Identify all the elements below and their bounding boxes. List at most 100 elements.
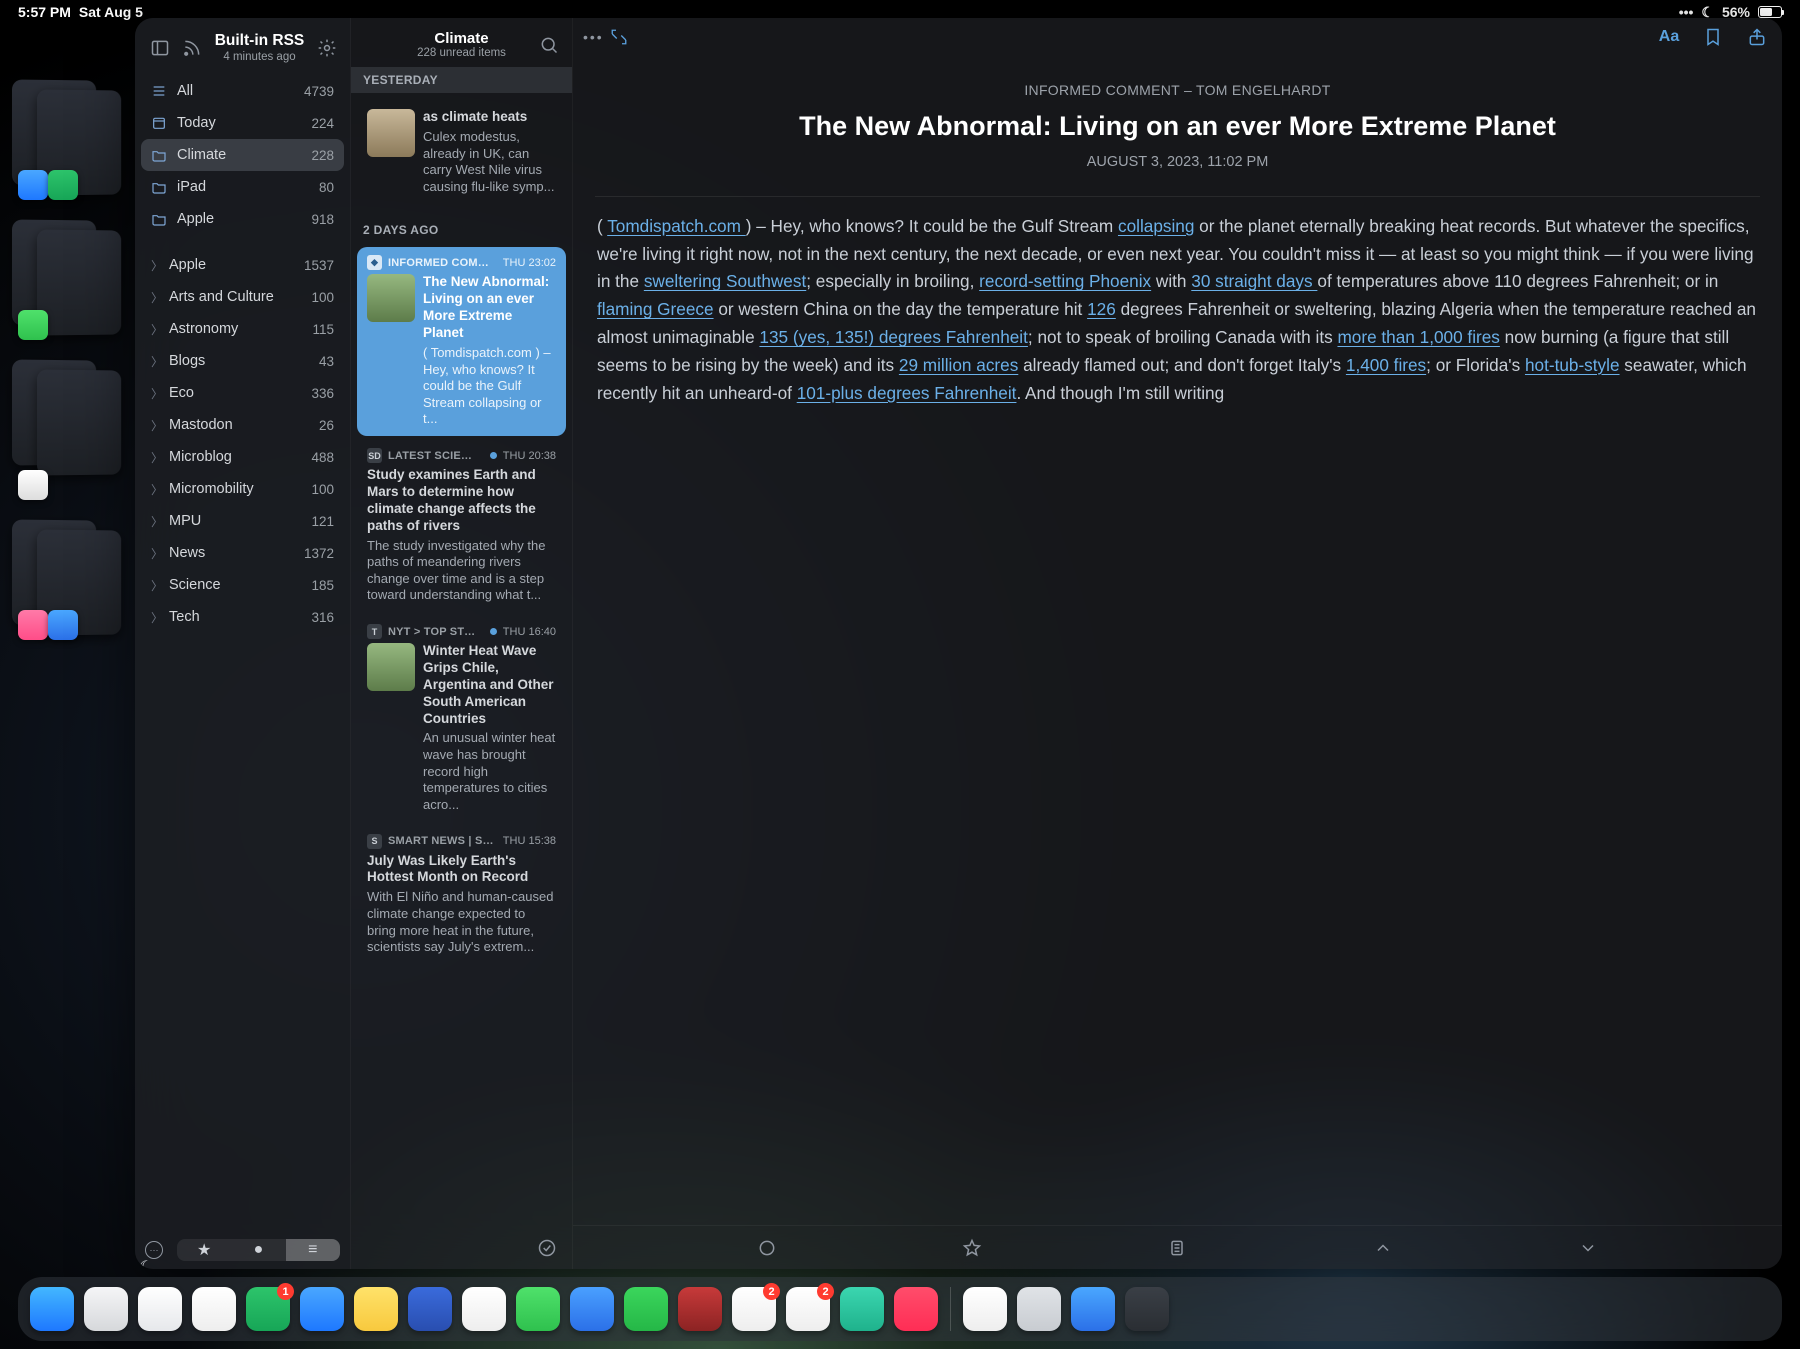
stage-group-1[interactable] [12, 80, 117, 200]
link-collapsing[interactable]: collapsing [1118, 216, 1194, 236]
expand-icon[interactable] [610, 28, 628, 46]
dock-app-shortcuts[interactable] [408, 1287, 452, 1331]
link-greece[interactable]: flaming Greece [597, 299, 714, 319]
dock-app-tot[interactable] [570, 1287, 614, 1331]
badge: 2 [817, 1283, 834, 1300]
sidebar-item-label: Microblog [169, 449, 232, 465]
link-126[interactable]: 126 [1087, 299, 1116, 319]
star-icon[interactable] [961, 1237, 983, 1259]
sidebar-toggle-icon[interactable] [149, 37, 171, 59]
sidebar-item-eco[interactable]: 〉 Eco 336 [141, 377, 344, 409]
sidebar-item-apple[interactable]: 〉 Apple 1537 [141, 249, 344, 281]
dock-app-app-library[interactable] [1125, 1287, 1169, 1331]
list-item[interactable]: SDLATEST SCIENCE NEWS -- S...THU 20:38 S… [357, 440, 566, 612]
sidebar-item-label: Apple [169, 257, 206, 273]
dock-app-mail[interactable] [300, 1287, 344, 1331]
dock-app-safari[interactable] [84, 1287, 128, 1331]
reader-mode-icon[interactable] [1166, 1237, 1188, 1259]
sidebar-item-blogs[interactable]: 〉 Blogs 43 [141, 345, 344, 377]
circle-icon[interactable] [756, 1237, 778, 1259]
sidebar-item-astronomy[interactable]: 〉 Astronomy 115 [141, 313, 344, 345]
dock-app-news[interactable] [192, 1287, 236, 1331]
sidebar-item-apple[interactable]: Apple 918 [141, 203, 344, 235]
sidebar-item-arts-and-culture[interactable]: 〉 Arts and Culture 100 [141, 281, 344, 313]
sidebar-item-all[interactable]: All 4739 [141, 75, 344, 107]
dock-app-files[interactable] [138, 1287, 182, 1331]
list-item[interactable]: TNYT > TOP STORIESTHU 16:40 Winter Heat … [357, 616, 566, 822]
sidebar-item-news[interactable]: 〉 News 1372 [141, 537, 344, 569]
sidebar-item-count: 4739 [304, 84, 334, 99]
link-hot-tub[interactable]: hot-tub-style [1525, 355, 1620, 375]
text-size-icon[interactable]: Aa [1658, 26, 1680, 48]
sidebar-item-count: 316 [311, 610, 334, 625]
sidebar-item-today[interactable]: Today 224 [141, 107, 344, 139]
sidebar-item-climate[interactable]: Climate 228 [141, 139, 344, 171]
link-1400-fires[interactable]: 1,400 fires [1346, 355, 1426, 375]
link-135[interactable]: 135 (yes, 135!) degrees Fahrenheit [759, 327, 1027, 347]
list-item[interactable]: SSMART NEWS | SMITHSONIANM...THU 15:38 J… [357, 826, 566, 964]
dock-app-reminders[interactable]: 2 [786, 1287, 830, 1331]
gear-icon[interactable] [316, 37, 338, 59]
sidebar-item-science[interactable]: 〉 Science 185 [141, 569, 344, 601]
rss-icon[interactable] [181, 37, 203, 59]
view-mode-segmented[interactable]: ★ ● ≡ [177, 1239, 340, 1261]
search-icon[interactable] [538, 34, 560, 56]
sidebar-item-label: Astronomy [169, 321, 238, 337]
reader-toolbar [573, 1225, 1782, 1269]
sidebar-item-label: Micromobility [169, 481, 254, 497]
bookmark-icon[interactable] [1702, 26, 1724, 48]
link-tomdispatch[interactable]: Tomdispatch.com [607, 216, 746, 236]
sidebar-item-label: Mastodon [169, 417, 233, 433]
list-item[interactable]: ◆INFORMED COMMENTTHU 23:02 The New Abnor… [357, 247, 566, 436]
sidebar-item-mpu[interactable]: 〉 MPU 121 [141, 505, 344, 537]
folder-icon [151, 179, 167, 195]
chevron-right-icon: 〉 [151, 513, 159, 530]
thumbnail [367, 643, 415, 691]
seg-all[interactable]: ≡ [286, 1239, 340, 1261]
dock-app-notepad[interactable]: 2 [732, 1287, 776, 1331]
article-body[interactable]: ( Tomdispatch.com ) – Hey, who knows? It… [573, 213, 1782, 420]
dock-app-ia-writer[interactable] [462, 1287, 506, 1331]
mark-all-read-icon[interactable] [536, 1237, 558, 1259]
dock-app-evernote[interactable]: 1 [246, 1287, 290, 1331]
link-sweltering-southwest[interactable]: sweltering Southwest [644, 271, 806, 291]
sidebar-item-micromobility[interactable]: 〉 Micromobility 100 [141, 473, 344, 505]
stage-group-2[interactable] [12, 220, 117, 340]
sidebar-item-count: 115 [312, 322, 334, 337]
account-title: Built-in RSS [213, 32, 306, 50]
chevron-down-icon[interactable] [1577, 1237, 1599, 1259]
sidebar-item-tech[interactable]: 〉 Tech 316 [141, 601, 344, 633]
sidebar-item-label: News [169, 545, 205, 561]
sidebar-item-ipad[interactable]: iPad 80 [141, 171, 344, 203]
link-30-days[interactable]: 30 straight days [1191, 271, 1317, 291]
chevron-up-icon[interactable] [1372, 1237, 1394, 1259]
link-101[interactable]: 101-plus degrees Fahrenheit [797, 383, 1017, 403]
dock-app-messages[interactable] [516, 1287, 560, 1331]
source-badge: T [367, 624, 382, 639]
window-grabber-icon[interactable]: ••• [581, 29, 604, 45]
link-29m-acres[interactable]: 29 million acres [899, 355, 1018, 375]
badge: 1 [277, 1283, 294, 1300]
dock-app-settings[interactable] [1017, 1287, 1061, 1331]
dock-app-numbers[interactable] [624, 1287, 668, 1331]
list-item-time: THU 15:38 [503, 835, 556, 847]
dock-app-affinity[interactable] [678, 1287, 722, 1331]
sidebar-item-mastodon[interactable]: 〉 Mastodon 26 [141, 409, 344, 441]
stage-group-3[interactable] [12, 360, 117, 500]
list-item[interactable]: as climate heats Culex modestus, already… [357, 97, 566, 203]
battery-icon [1758, 6, 1782, 18]
dock-app-home[interactable] [963, 1287, 1007, 1331]
seg-starred[interactable]: ★ [177, 1239, 231, 1261]
dock-app-finder[interactable] [30, 1287, 74, 1331]
dock-app-notes[interactable] [354, 1287, 398, 1331]
link-phoenix[interactable]: record-setting Phoenix [979, 271, 1151, 291]
seg-unread[interactable]: ● [231, 1239, 285, 1261]
share-icon[interactable] [1746, 26, 1768, 48]
dock-app-weather[interactable] [1071, 1287, 1115, 1331]
stage-group-4[interactable] [12, 520, 117, 640]
dock-app-music[interactable] [894, 1287, 938, 1331]
sidebar-item-microblog[interactable]: 〉 Microblog 488 [141, 441, 344, 473]
link-1000-fires[interactable]: more than 1,000 fires [1337, 327, 1499, 347]
dock-app-downloads[interactable] [840, 1287, 884, 1331]
account-subtitle: 4 minutes ago [213, 51, 306, 63]
